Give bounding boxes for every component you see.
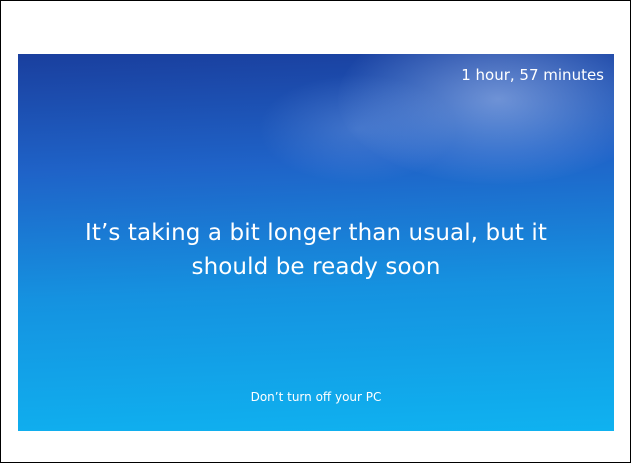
status-message-line-2: should be ready soon	[191, 254, 441, 280]
time-remaining-label: 1 hour, 57 minutes	[461, 66, 604, 84]
update-screen: 1 hour, 57 minutes It’s taking a bit lon…	[18, 54, 614, 431]
background-glow-secondary	[258, 74, 458, 184]
status-message: It’s taking a bit longer than usual, but…	[18, 216, 614, 284]
status-message-line-1: It’s taking a bit longer than usual, but…	[84, 220, 548, 246]
power-off-warning: Don’t turn off your PC	[250, 390, 382, 404]
photo-frame: 1 hour, 57 minutes It’s taking a bit lon…	[0, 0, 631, 463]
